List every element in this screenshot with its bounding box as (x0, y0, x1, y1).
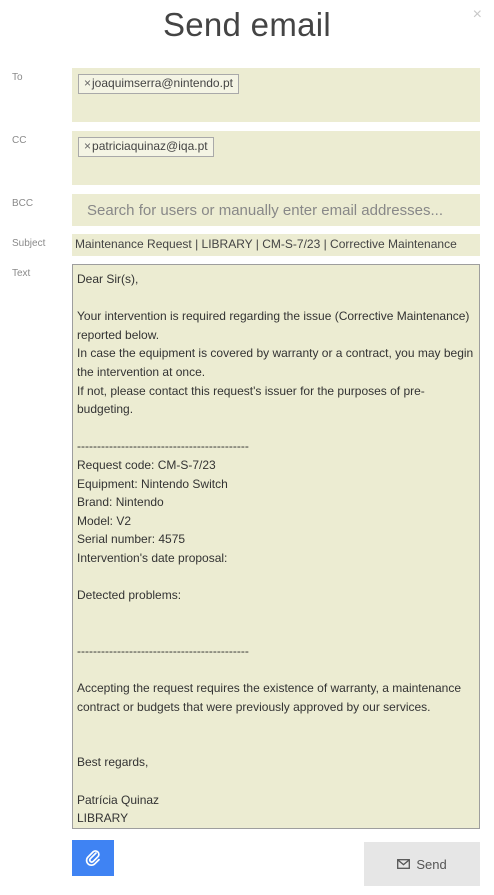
subject-field[interactable]: Maintenance Request | LIBRARY | CM-S-7/2… (72, 234, 480, 256)
cc-label: CC (12, 135, 27, 146)
to-field[interactable]: ×joaquimserra@nintendo.pt (72, 68, 480, 122)
send-button[interactable]: Send (364, 842, 480, 886)
bcc-label: BCC (12, 198, 34, 209)
remove-chip-icon[interactable]: × (84, 139, 91, 153)
attach-button[interactable] (72, 840, 114, 876)
chip-email: joaquimserra@nintendo.pt (92, 76, 233, 90)
paperclip-icon (85, 850, 100, 867)
cc-chip: ×patriciaquinaz@iqa.pt (78, 137, 214, 157)
send-label: Send (416, 856, 447, 872)
recipient-chip: ×joaquimserra@nintendo.pt (78, 74, 239, 94)
cc-field[interactable]: ×patriciaquinaz@iqa.pt (72, 131, 480, 185)
chip-email: patriciaquinaz@iqa.pt (92, 139, 208, 153)
subject-label: Subject (12, 238, 46, 249)
bcc-input[interactable] (72, 194, 480, 226)
dialog-title: Send email (162, 6, 332, 43)
text-label: Text (12, 268, 31, 279)
envelope-icon (397, 859, 411, 869)
close-icon[interactable]: × (473, 6, 482, 24)
remove-chip-icon[interactable]: × (84, 76, 91, 90)
body-textarea[interactable]: Dear Sir(s), Your intervention is requir… (72, 264, 480, 829)
to-label: To (12, 72, 23, 83)
